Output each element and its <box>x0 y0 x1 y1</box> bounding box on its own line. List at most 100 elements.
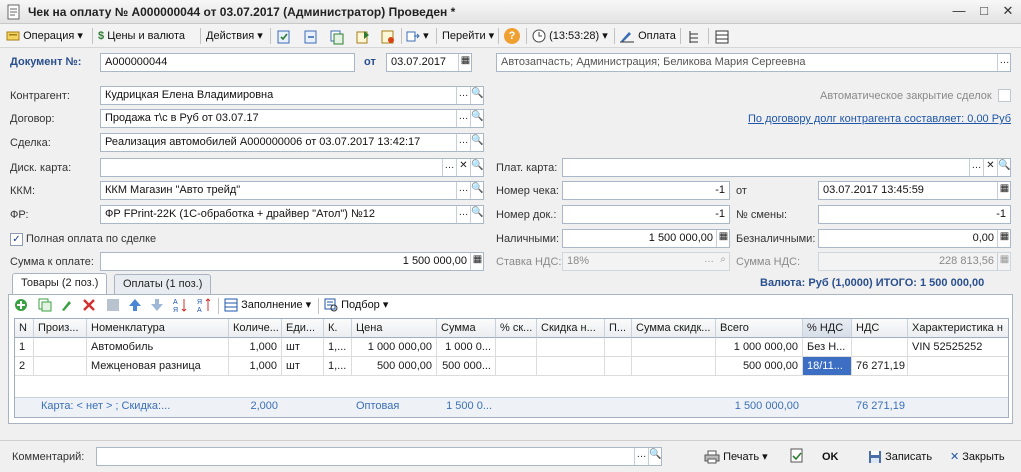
calculator-icon[interactable]: ▦ <box>997 230 1010 247</box>
table-cell[interactable]: 500 000,00 <box>716 357 803 376</box>
table-cell[interactable]: 1 000 000,00 <box>716 338 803 357</box>
select-button[interactable]: … <box>456 110 470 127</box>
table-cell[interactable]: 1 000 000,00 <box>352 338 437 357</box>
table-cell[interactable]: 1,... <box>324 338 352 357</box>
fr-field[interactable]: ФР FPrint-22K (1С-обработка + драйвер "А… <box>100 205 484 224</box>
table-cell[interactable] <box>537 357 605 376</box>
doc-number-field[interactable]: А000000044 <box>100 53 355 72</box>
column-header[interactable]: Скидка н... <box>537 319 605 338</box>
table-cell[interactable] <box>537 338 605 357</box>
copy-row-icon[interactable] <box>38 298 52 312</box>
tab-payments[interactable]: Оплаты (1 поз.) <box>114 274 212 294</box>
table-cell[interactable]: 1 <box>15 338 34 357</box>
sort-desc-icon[interactable]: ЯА <box>196 297 212 313</box>
document-check-icon[interactable] <box>790 448 804 464</box>
sum-field[interactable]: 1 500 000,00 ▦ <box>100 252 484 271</box>
table-cell[interactable]: Автомобиль <box>87 338 229 357</box>
comment-field[interactable]: … 🔍 <box>96 447 662 466</box>
table-cell[interactable]: 76 271,19 <box>852 357 908 376</box>
table-cell[interactable] <box>908 357 1008 376</box>
open-icon[interactable]: 🔍 <box>997 159 1010 176</box>
hierarchy-icon[interactable] <box>686 28 702 46</box>
open-icon[interactable]: 🔍 <box>470 206 483 223</box>
help-icon[interactable]: ? <box>504 28 520 44</box>
select-button[interactable]: … <box>456 206 470 223</box>
deal-field[interactable]: Реализация автомобилей А000000006 от 03.… <box>100 133 484 152</box>
select-button[interactable]: … <box>997 54 1010 71</box>
table-cell[interactable]: шт <box>282 338 324 357</box>
table-cell[interactable]: 1 000 0... <box>437 338 496 357</box>
table-cell[interactable]: 2 <box>15 357 34 376</box>
organization-field[interactable]: Автозапчасть; Администрация; Беликова Ма… <box>496 53 1011 72</box>
cash-field[interactable]: 1 500 000,00 ▦ <box>562 229 730 248</box>
column-header[interactable]: % ск... <box>496 319 537 338</box>
contract-field[interactable]: Продажа т\с в Руб от 03.07.17 … 🔍 <box>100 109 484 128</box>
end-edit-icon[interactable] <box>106 298 120 312</box>
structure-icon[interactable] <box>380 28 396 46</box>
payment-button[interactable]: Оплата <box>619 27 676 45</box>
fill-menu[interactable]: Заполнение ▾ <box>224 296 311 314</box>
counterparty-field[interactable]: Кудрицкая Елена Владимировна … 🔍 <box>100 86 484 105</box>
go-to-menu[interactable]: Перейти ▾ <box>442 27 494 45</box>
table-cell[interactable] <box>605 338 632 357</box>
time-button[interactable]: (13:53:28) ▾ <box>532 27 608 45</box>
doc-date-field[interactable]: 03.07.2017 ▦ <box>386 53 472 72</box>
column-header[interactable]: Количе... <box>229 319 282 338</box>
delete-row-icon[interactable] <box>82 298 96 312</box>
post-icon[interactable] <box>276 28 292 46</box>
check-date-field[interactable]: 03.07.2017 13:45:59 ▦ <box>818 181 1011 200</box>
calculator-icon[interactable]: ▦ <box>716 230 729 247</box>
kkm-field[interactable]: ККМ Магазин "Авто трейд" … 🔍 <box>100 181 484 200</box>
table-cell[interactable]: шт <box>282 357 324 376</box>
clear-icon[interactable]: ✕ <box>983 159 997 176</box>
open-icon[interactable]: 🔍 <box>648 448 661 465</box>
move-up-icon[interactable] <box>355 28 371 46</box>
table-cell[interactable]: 1,000 <box>229 338 282 357</box>
table-cell[interactable] <box>496 338 537 357</box>
table-cell[interactable] <box>496 357 537 376</box>
open-icon[interactable]: 🔍 <box>470 134 483 151</box>
clear-icon[interactable]: ✕ <box>456 159 470 176</box>
select-button[interactable]: … <box>969 159 983 176</box>
column-header[interactable]: НДС <box>852 319 908 338</box>
goods-table[interactable]: N Произ... Номенклатура Количе... Еди... К. Це… <box>14 318 1009 418</box>
maximize-button[interactable]: □ <box>975 3 993 20</box>
save-button[interactable]: Записать <box>868 448 932 466</box>
ok-button[interactable]: OK <box>822 448 839 466</box>
actions-menu[interactable]: Действия ▾ <box>206 27 263 45</box>
move-up-icon[interactable] <box>128 298 142 312</box>
calendar-icon[interactable]: ▦ <box>458 54 471 71</box>
column-header[interactable]: Характеристика н <box>908 319 1008 338</box>
select-button[interactable]: … <box>442 159 456 176</box>
selection-menu[interactable]: Подбор ▾ <box>324 296 388 314</box>
table-cell[interactable] <box>632 357 716 376</box>
column-header[interactable]: Сумма скидк... <box>632 319 716 338</box>
table-cell[interactable]: Без Н... <box>803 338 852 357</box>
table-cell[interactable] <box>34 338 87 357</box>
calculator-icon[interactable]: ▦ <box>470 253 483 270</box>
calendar-icon[interactable]: ▦ <box>997 182 1010 199</box>
doc-no-field[interactable]: -1 <box>562 205 730 224</box>
column-header[interactable]: Еди... <box>282 319 324 338</box>
tab-goods[interactable]: Товары (2 поз.) <box>12 273 108 295</box>
open-icon[interactable]: 🔍 <box>470 159 483 176</box>
table-cell[interactable] <box>852 338 908 357</box>
column-header[interactable]: П... <box>605 319 632 338</box>
open-icon[interactable]: 🔍 <box>470 87 483 104</box>
table-cell[interactable]: 1,000 <box>229 357 282 376</box>
select-button[interactable]: … <box>456 134 470 151</box>
close-button[interactable]: ✕ Закрыть <box>950 448 1005 466</box>
sort-asc-icon[interactable]: АЯ <box>172 297 188 313</box>
disc-card-field[interactable]: … ✕ 🔍 <box>100 158 484 177</box>
open-icon[interactable]: 🔍 <box>470 182 483 199</box>
column-header[interactable]: N <box>15 319 34 338</box>
list-icon[interactable] <box>714 28 730 46</box>
close-window-button[interactable]: ✕ <box>999 3 1017 20</box>
open-icon[interactable]: 🔍 <box>470 110 483 127</box>
select-button[interactable]: … <box>634 448 648 465</box>
table-cell[interactable] <box>632 338 716 357</box>
operation-menu[interactable]: Операция ▾ <box>6 27 83 45</box>
column-header[interactable]: % НДС <box>803 319 852 338</box>
minimize-button[interactable]: — <box>950 3 968 20</box>
related-docs-menu[interactable]: ▾ <box>406 27 429 45</box>
